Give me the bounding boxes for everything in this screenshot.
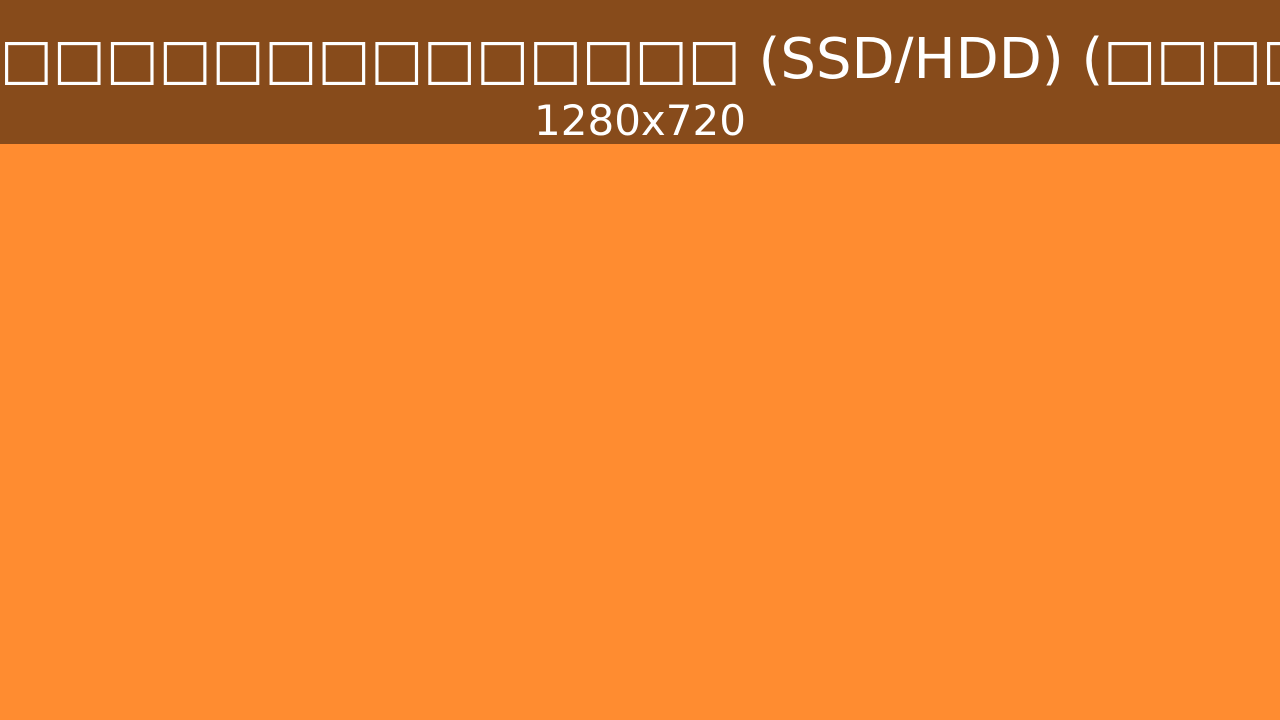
dimensions-label: 1280x720 <box>534 96 746 145</box>
placeholder-page: □□□□□□□□□□□□□□ (SSD/HDD) (□□□□□□□□□□□□) … <box>0 0 1280 720</box>
page-title: □□□□□□□□□□□□□□ (SSD/HDD) (□□□□□□□□□□□□) <box>0 27 1280 92</box>
placeholder-area <box>0 144 1280 720</box>
header-banner: □□□□□□□□□□□□□□ (SSD/HDD) (□□□□□□□□□□□□) … <box>0 0 1280 144</box>
